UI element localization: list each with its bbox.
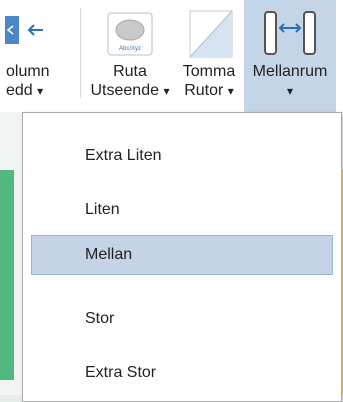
menu-item-small[interactable]: Liten [31, 190, 333, 230]
chevron-down-icon: ▾ [37, 84, 44, 98]
empty-cells-button[interactable]: Tomma Rutor ▾ [174, 0, 244, 112]
column-width-button[interactable]: olumn edd ▾ [0, 0, 66, 112]
menu-item-extra-large[interactable]: Extra Stor [31, 353, 333, 393]
chevron-down-icon: ▾ [163, 84, 170, 98]
background-green-strip [0, 170, 14, 380]
chevron-down-icon: ▾ [227, 84, 234, 98]
column-width-label-2: edd [6, 82, 33, 99]
empty-cells-icon [189, 10, 233, 58]
chevron-down-icon: ▾ [286, 84, 294, 98]
cell-appearance-button[interactable]: Abc/Xyz Ruta Utseende ▾ [86, 0, 174, 112]
spacing-dropdown-menu: Extra Liten Liten Mellan Stor Extra Stor [22, 112, 342, 402]
empty-cells-label-2: Rutor [184, 82, 224, 99]
cell-appearance-icon-text: Abc/Xyz [119, 46, 141, 52]
cell-appearance-icon: Abc/Xyz [107, 12, 153, 56]
menu-item-large[interactable]: Stor [31, 299, 333, 339]
column-width-icon [5, 16, 43, 44]
spacing-label: Mellanrum [252, 63, 328, 80]
cell-appearance-label-1: Ruta [113, 63, 147, 80]
column-width-label-1: olumn [6, 63, 50, 80]
cell-appearance-label-2: Utseende [90, 82, 160, 99]
ribbon-separator [80, 8, 81, 98]
spacing-icon [264, 11, 316, 55]
empty-cells-label-1: Tomma [182, 63, 236, 80]
menu-item-extra-small[interactable]: Extra Liten [31, 136, 333, 176]
spacing-button[interactable]: Mellanrum ▾ [244, 0, 336, 112]
ribbon: olumn edd ▾ Abc/Xyz Ruta Utseende ▾ Tomm… [0, 0, 343, 112]
menu-item-medium[interactable]: Mellan [31, 235, 333, 275]
